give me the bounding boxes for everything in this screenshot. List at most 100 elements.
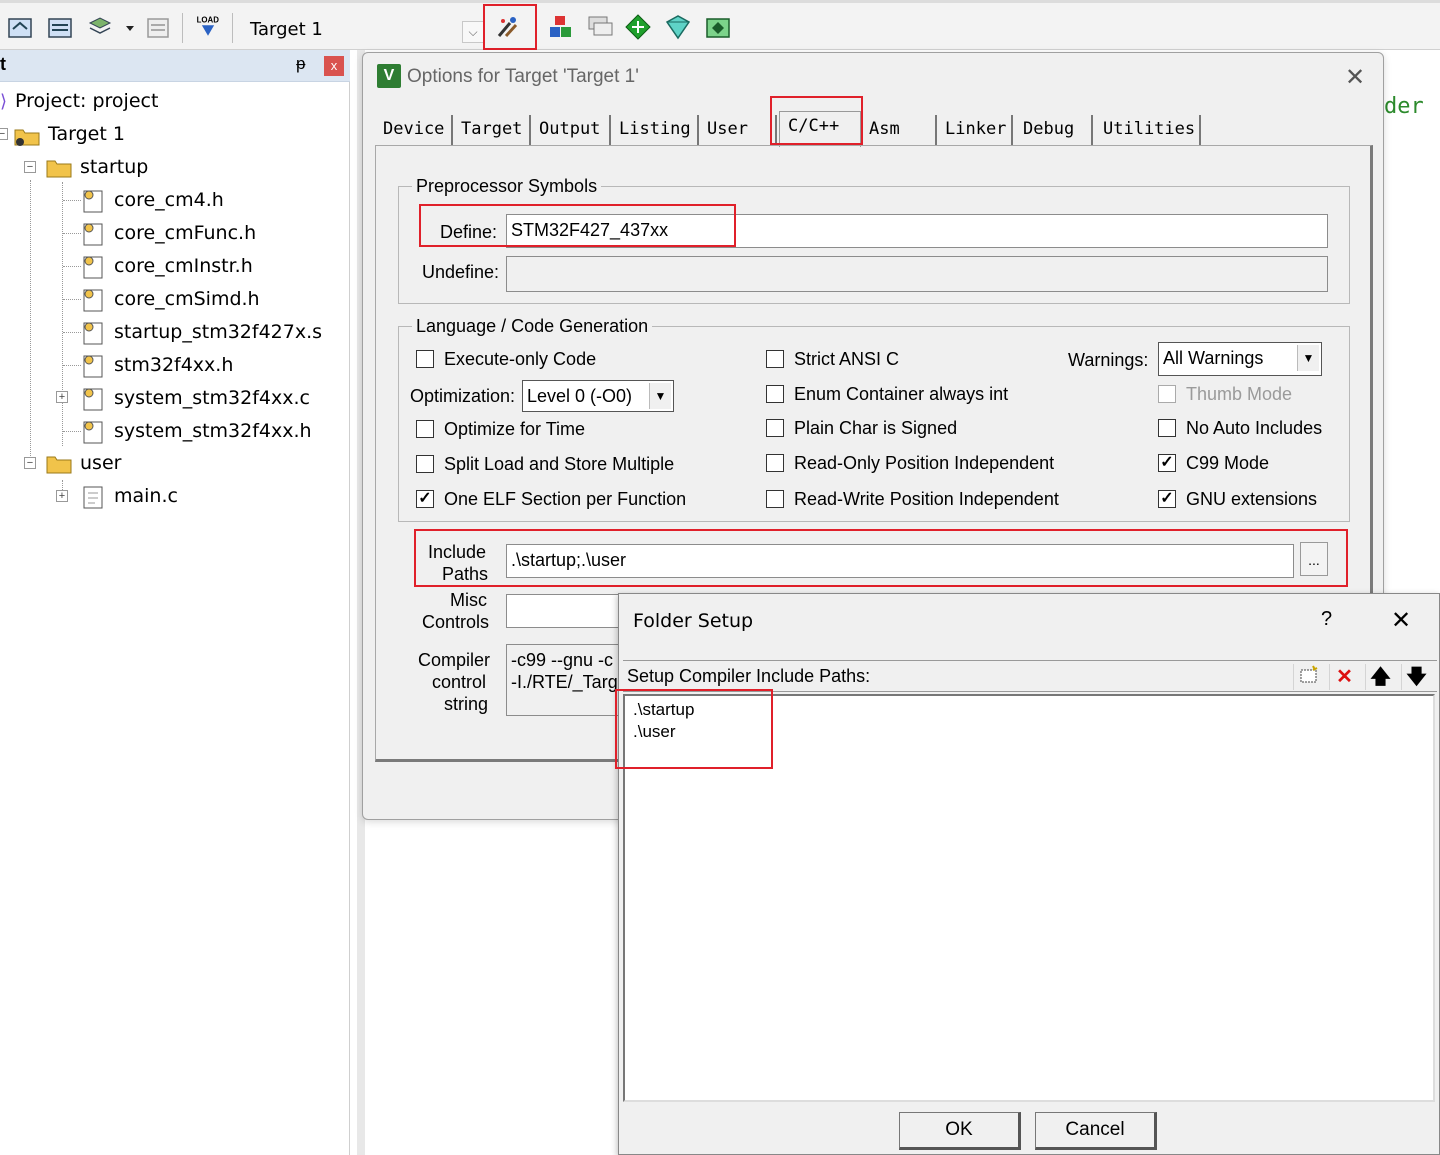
c99-mode-checkbox[interactable]: ✓ C99 Mode [1158, 452, 1269, 476]
checkbox-label: C99 Mode [1186, 453, 1270, 473]
checkbox-box: ✓ [416, 489, 434, 508]
close-icon[interactable]: ✕ [1345, 63, 1365, 92]
project-root[interactable]: ⟩ Project: project [0, 86, 158, 116]
checkbox-box [416, 419, 434, 438]
header-file-icon [83, 289, 103, 311]
one-elf-checkbox[interactable]: ✓ One ELF Section per Function [416, 488, 686, 512]
checkbox-box [416, 349, 434, 368]
tree-file[interactable]: core_cm4.h [80, 185, 224, 215]
collapse-icon[interactable]: − [24, 161, 36, 173]
warnings-select[interactable]: All Warnings ▼ [1158, 342, 1322, 376]
include-paths-field[interactable]: .\startup;.\user [506, 544, 1294, 578]
tree-file[interactable]: core_cmSimd.h [80, 284, 260, 314]
folder-setup-toolbar: Setup Compiler Include Paths: ✕ 🡅 🡇 [623, 660, 1437, 692]
tab-utilities[interactable]: Utilities [1095, 115, 1201, 145]
close-icon[interactable]: ✕ [1391, 606, 1411, 635]
collapse-icon[interactable]: − [24, 457, 36, 469]
move-up-icon[interactable]: 🡅 [1365, 664, 1395, 690]
optimize-time-checkbox[interactable]: Optimize for Time [416, 418, 585, 442]
tree-file[interactable]: core_cmFunc.h [80, 218, 256, 248]
tab-listing[interactable]: Listing [611, 115, 699, 145]
select-packs-icon[interactable] [664, 13, 692, 41]
pin-icon[interactable]: ᵽ [296, 54, 305, 74]
tab-target[interactable]: Target [453, 115, 531, 145]
undefine-label: Undefine: [422, 262, 500, 282]
tree-file[interactable]: system_stm32f4xx.h [80, 416, 312, 446]
chevron-down-icon[interactable] [116, 13, 134, 41]
enum-container-checkbox[interactable]: Enum Container always int [766, 383, 1008, 407]
include-paths-list[interactable]: .\startup .\user [623, 694, 1435, 1102]
tree-group-startup[interactable]: startup [46, 152, 148, 182]
optimization-select[interactable]: Level 0 (-O0) ▼ [522, 380, 674, 412]
tab-user[interactable]: User [699, 115, 777, 145]
file-extensions-icon[interactable] [586, 13, 614, 41]
manage-components-icon[interactable] [546, 13, 574, 41]
define-label: Define: [440, 222, 498, 242]
build-icon[interactable] [46, 13, 74, 41]
no-auto-includes-checkbox[interactable]: No Auto Includes [1158, 417, 1322, 441]
checkbox-box [766, 349, 784, 368]
checkbox-label: Split Load and Store Multiple [444, 454, 675, 474]
chevron-down-icon[interactable]: ▼ [649, 383, 671, 409]
options-for-target-icon[interactable] [494, 13, 522, 41]
plain-char-checkbox[interactable]: Plain Char is Signed [766, 417, 957, 441]
folder-setup-dialog: Folder Setup ? ✕ Setup Compiler Include … [618, 593, 1440, 1155]
folder-setup-caption: Setup Compiler Include Paths: [627, 666, 871, 686]
new-folder-icon[interactable] [1293, 664, 1323, 690]
rebuild-icon[interactable] [86, 13, 114, 41]
pack-installer-icon[interactable] [624, 13, 652, 41]
checkbox-label: Execute-only Code [444, 349, 597, 369]
tree-file[interactable]: core_cmInstr.h [80, 251, 253, 281]
target-select[interactable]: Target 1 ⌵ [236, 15, 486, 45]
tree-file[interactable]: stm32f4xx.h [80, 350, 233, 380]
execute-only-checkbox[interactable]: Execute-only Code [416, 348, 596, 372]
checkbox-label: Strict ANSI C [794, 349, 900, 369]
delete-icon[interactable]: ✕ [1329, 664, 1359, 690]
tree-group-user[interactable]: user [46, 448, 121, 478]
ropi-checkbox[interactable]: Read-Only Position Independent [766, 452, 1054, 476]
tab-asm[interactable]: Asm [861, 115, 937, 145]
move-down-icon[interactable]: 🡇 [1401, 664, 1431, 690]
gnu-extensions-checkbox[interactable]: ✓ GNU extensions [1158, 488, 1317, 512]
checkbox-label: GNU extensions [1186, 489, 1318, 509]
batch-build-icon[interactable] [144, 13, 172, 41]
split-load-checkbox[interactable]: Split Load and Store Multiple [416, 453, 674, 477]
expand-icon[interactable]: + [56, 391, 68, 403]
tab-linker[interactable]: Linker [937, 115, 1013, 145]
include-paths-browse-button[interactable]: ... [1300, 542, 1328, 576]
cancel-button[interactable]: Cancel [1035, 1112, 1157, 1150]
list-item[interactable]: .\user [633, 722, 676, 742]
tab-c-cpp[interactable]: C/C++ [779, 111, 861, 147]
expand-icon[interactable]: + [56, 490, 68, 502]
header-file-icon [83, 223, 103, 245]
tab-output[interactable]: Output [531, 115, 611, 145]
folder-icon [46, 456, 72, 473]
checkbox-label: Read-Only Position Independent [794, 453, 1055, 473]
run-time-environment-icon[interactable] [704, 13, 732, 41]
tree-file[interactable]: startup_stm32f427x.s [80, 317, 322, 347]
rwpi-checkbox[interactable]: Read-Write Position Independent [766, 488, 1059, 512]
tab-debug[interactable]: Debug [1015, 115, 1093, 145]
checkbox-label: Optimize for Time [444, 419, 586, 439]
close-icon[interactable]: x [324, 56, 344, 76]
undefine-field[interactable] [506, 256, 1328, 292]
misc-label-line2: Controls [422, 612, 490, 632]
list-item[interactable]: .\startup [633, 700, 694, 720]
tree-file[interactable]: system_stm32f4xx.c [80, 383, 310, 413]
chevron-down-icon[interactable]: ⌵ [462, 21, 484, 43]
strict-ansi-checkbox[interactable]: Strict ANSI C [766, 348, 899, 372]
tree-target[interactable]: Target 1 [14, 119, 125, 149]
editor-visible-text: der [1384, 94, 1424, 119]
warnings-value: All Warnings [1163, 348, 1264, 368]
define-field[interactable]: STM32F427_437xx [506, 214, 1328, 248]
collapse-icon[interactable]: − [0, 128, 8, 140]
tree-file[interactable]: main.c [80, 481, 178, 511]
tab-device[interactable]: Device [375, 115, 453, 145]
download-icon[interactable]: LOAD [194, 13, 226, 41]
translate-icon[interactable] [6, 13, 34, 41]
preprocessor-group-label: Preprocessor Symbols [412, 176, 602, 197]
chevron-down-icon[interactable]: ▼ [1297, 345, 1319, 371]
help-icon[interactable]: ? [1321, 608, 1332, 631]
checkbox-box [766, 384, 784, 403]
ok-button[interactable]: OK [899, 1112, 1021, 1150]
